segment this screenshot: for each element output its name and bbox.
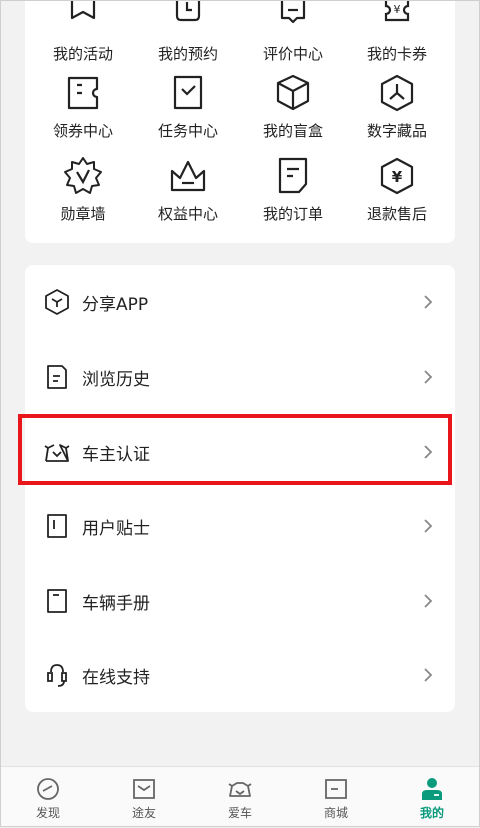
chevron-right-icon [424, 519, 433, 533]
history-document-icon [43, 363, 71, 391]
refund-yen-icon: ¥ [380, 157, 414, 195]
grid-item-my-appointments[interactable]: 我的预约 [138, 0, 238, 64]
grid-item-label: 领券中心 [52, 122, 113, 140]
nav-tab-me[interactable]: 我的 [384, 767, 480, 828]
grid-item-label: 我的预约 [157, 45, 218, 63]
mall-icon [325, 779, 347, 799]
list-item-user-tips[interactable]: 用户贴士 [25, 489, 455, 563]
grid-item-my-orders[interactable]: 我的订单 [243, 156, 343, 224]
discover-compass-icon [37, 778, 59, 800]
user-tips-icon [43, 512, 71, 540]
nav-tab-mall[interactable]: 商城 [288, 767, 384, 828]
digital-collectible-icon [380, 74, 414, 112]
task-check-icon [173, 75, 203, 110]
online-support-headset-icon [43, 661, 71, 689]
vehicle-manual-icon [43, 587, 71, 615]
grid-item-label: 评价中心 [262, 45, 323, 63]
appointment-clock-icon [175, 0, 201, 22]
friends-message-icon [133, 779, 155, 799]
share-hexagon-icon [43, 288, 71, 316]
crown-icon [170, 160, 206, 192]
chevron-right-icon [424, 594, 433, 608]
medal-icon [64, 157, 102, 194]
chevron-right-icon [424, 668, 433, 682]
list-item-label: 车辆手册 [82, 593, 150, 614]
settings-list: 分享APP 浏览历史 车主认证 用户贴士 车辆手册 在线支持 [25, 265, 455, 712]
grid-item-label: 我的订单 [262, 205, 323, 223]
grid-item-label: 我的活动 [52, 45, 113, 63]
svg-text:¥: ¥ [392, 168, 403, 186]
nav-tab-discover[interactable]: 发现 [0, 767, 96, 828]
review-bubble-icon [280, 0, 306, 24]
bottom-nav: 发现 途友 爱车 商城 我的 [0, 766, 480, 827]
grid-item-task-center[interactable]: 任务中心 [138, 73, 238, 141]
list-item-online-support[interactable]: 在线支持 [25, 638, 455, 712]
nav-tab-label: 途友 [131, 806, 156, 820]
grid-item-medal-wall[interactable]: 勋章墙 [33, 156, 133, 224]
grid-item-label: 我的卡券 [366, 45, 427, 63]
grid-item-coupon-center[interactable]: 领券中心 [33, 73, 133, 141]
grid-item-my-cards[interactable]: ¥ 我的卡券 [347, 0, 447, 64]
card-voucher-icon: ¥ [384, 0, 410, 22]
blind-box-icon [276, 74, 310, 111]
grid-item-blind-box[interactable]: 我的盲盒 [243, 73, 343, 141]
profile-person-icon [422, 778, 442, 800]
list-item-browse-history[interactable]: 浏览历史 [25, 340, 455, 414]
nav-tab-label: 商城 [323, 806, 348, 820]
grid-item-refund-aftersales[interactable]: ¥ 退款售后 [347, 156, 447, 224]
nav-tab-label: 发现 [35, 806, 60, 820]
coupon-ticket-icon [67, 76, 99, 110]
list-item-vehicle-manual[interactable]: 车辆手册 [25, 564, 455, 638]
grid-item-label: 数字藏品 [366, 122, 427, 140]
nav-tab-friends[interactable]: 途友 [96, 767, 192, 828]
grid-item-label: 退款售后 [366, 205, 427, 223]
nav-tab-my-car[interactable]: 爱车 [192, 767, 288, 828]
grid-item-my-activities[interactable]: 我的活动 [33, 0, 133, 64]
activity-flag-icon [70, 0, 96, 20]
grid-item-label: 勋章墙 [60, 205, 106, 223]
order-document-icon [278, 157, 308, 194]
car-icon [228, 782, 252, 797]
grid-item-review-center[interactable]: 评价中心 [243, 0, 343, 64]
chevron-right-icon [424, 295, 433, 309]
grid-item-label: 任务中心 [157, 122, 218, 140]
grid-item-benefits-center[interactable]: 权益中心 [138, 156, 238, 224]
list-item-label: 浏览历史 [82, 369, 150, 390]
list-item-label: 用户贴士 [82, 518, 150, 539]
list-item-label: 分享APP [82, 294, 149, 315]
feature-grid: 我的活动 我的预约 评价中心 ¥ 我的卡券 领券中心 任务中心 我的盲盒 数字藏… [25, 0, 455, 243]
nav-tab-label: 爱车 [227, 806, 252, 820]
chevron-right-icon [424, 370, 433, 384]
grid-item-label: 我的盲盒 [262, 122, 323, 140]
list-item-label: 在线支持 [82, 667, 150, 688]
svg-text:¥: ¥ [394, 3, 401, 16]
nav-tab-label: 我的 [419, 806, 444, 820]
grid-item-label: 权益中心 [157, 205, 218, 223]
list-item-share-app[interactable]: 分享APP [25, 265, 455, 339]
grid-item-digital-collectibles[interactable]: 数字藏品 [347, 73, 447, 141]
highlight-box [18, 414, 452, 485]
